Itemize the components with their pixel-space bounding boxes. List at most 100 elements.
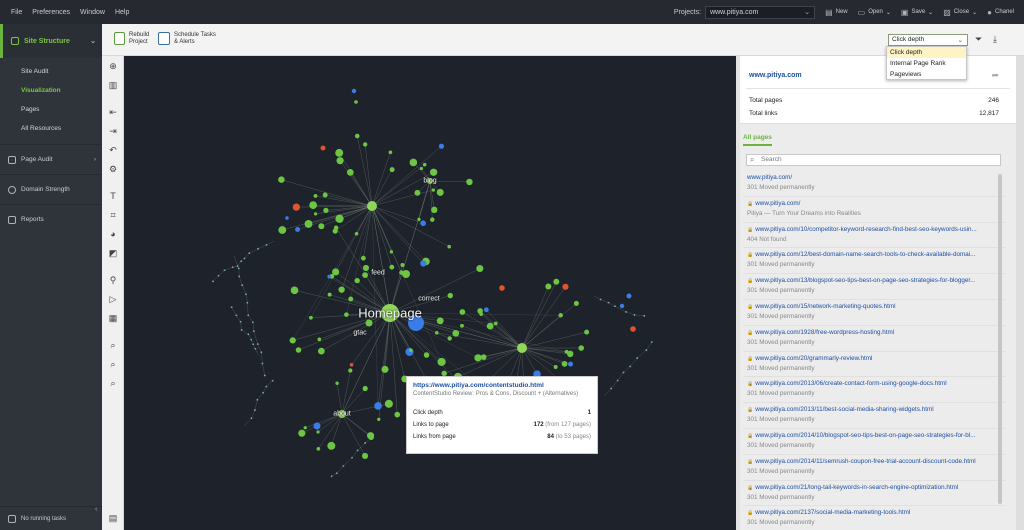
graph-node[interactable] [247, 333, 250, 336]
graph-node[interactable] [238, 275, 241, 278]
graph-node[interactable] [437, 357, 446, 367]
graph-node[interactable] [252, 330, 255, 333]
graph-node[interactable] [240, 260, 243, 263]
graph-node[interactable] [422, 162, 427, 167]
graph-node[interactable] [362, 142, 368, 147]
graph-node[interactable] [558, 313, 563, 318]
hub-node-blog-cluster[interactable] [367, 201, 377, 211]
graph-node[interactable] [466, 178, 473, 186]
add-node-icon[interactable]: ⊕ [107, 60, 119, 72]
graph-node[interactable] [374, 402, 382, 410]
download-icon[interactable]: ⤓ [993, 34, 997, 45]
list-item[interactable]: 🔒 www.pitiya.com/10/competitor-keyword-re… [743, 223, 1005, 249]
graph-node[interactable] [460, 323, 464, 328]
graph-node[interactable] [327, 292, 332, 297]
graph-node[interactable] [316, 430, 320, 434]
graph-node[interactable] [417, 217, 421, 222]
graph-node[interactable] [625, 311, 627, 313]
graph-node[interactable] [336, 157, 344, 165]
list-item[interactable]: 🔒 www.pitiya.com/2013/11/best-social-medi… [743, 403, 1005, 429]
menu-help[interactable]: Help [110, 9, 134, 16]
graph-node[interactable] [309, 201, 318, 210]
crop-icon[interactable]: ⌗ [107, 209, 119, 221]
graph-node[interactable] [230, 306, 233, 309]
site-graph[interactable] [124, 56, 736, 530]
metric-option-click-depth[interactable]: Click depth [887, 47, 966, 58]
page-url[interactable]: 🔒 www.pitiya.com/10/competitor-keyword-re… [747, 226, 1002, 233]
calculator-icon[interactable]: ▦ [107, 312, 119, 324]
graph-node[interactable] [362, 272, 368, 278]
open-button[interactable]: ▭ Open ⌄ [858, 8, 891, 17]
graph-node[interactable] [261, 362, 264, 365]
undo-icon[interactable]: ↶ [107, 144, 119, 156]
graph-node[interactable] [616, 379, 619, 382]
list-item[interactable]: 🔒 www.pitiya.com/21/long-tail-keywords-in… [743, 481, 1005, 507]
graph-node[interactable] [250, 417, 253, 420]
graph-node[interactable] [354, 277, 360, 284]
graph-node[interactable] [285, 216, 289, 220]
filter-icon[interactable]: ⏷ [975, 34, 982, 45]
graph-node[interactable] [553, 364, 558, 369]
graph-node[interactable] [217, 274, 220, 277]
close-button[interactable]: ▨ Close ⌄ [943, 8, 977, 17]
sidebar-item-reports[interactable]: Reports [0, 204, 102, 234]
graph-node[interactable] [630, 326, 636, 332]
metric-option-pageviews[interactable]: Pageviews [887, 69, 966, 80]
graph-node[interactable] [271, 379, 274, 382]
graph-node[interactable] [377, 417, 381, 421]
rebuild-project-button[interactable]: Rebuild Project [114, 32, 149, 46]
graph-node[interactable] [459, 309, 466, 315]
graph-node[interactable] [394, 411, 401, 418]
graph-node[interactable] [388, 150, 393, 155]
graph-node[interactable] [447, 244, 452, 249]
page-url[interactable]: 🔒 www.pitiya.com/2014/11/semrush-coupon-f… [747, 458, 1002, 465]
hub-node-content-cluster[interactable] [517, 343, 527, 353]
graph-node[interactable] [545, 283, 552, 290]
graph-node[interactable] [354, 133, 360, 139]
new-button[interactable]: ▤ New [825, 8, 848, 17]
graph-node[interactable] [474, 354, 482, 362]
graph-node[interactable] [431, 188, 436, 192]
graph-node[interactable] [256, 343, 259, 345]
graph-node[interactable] [256, 398, 259, 401]
metric-option-internal-page-rank[interactable]: Internal Page Rank [887, 58, 966, 69]
page-url[interactable]: 🔒 www.pitiya.com/1928/free-wordpress-host… [747, 329, 1002, 336]
graph-node[interactable] [409, 348, 413, 352]
page-url[interactable]: www.pitiya.com/ [747, 174, 1002, 181]
graph-node[interactable] [237, 267, 240, 270]
graph-node[interactable] [335, 381, 339, 385]
palette-icon[interactable]: ◕ [107, 228, 119, 240]
graph-node[interactable] [252, 343, 255, 346]
graph-node[interactable] [367, 432, 375, 440]
sidebar-item-site-audit[interactable]: Site Audit [0, 62, 102, 81]
graph-node[interactable] [610, 387, 613, 390]
expand-right-icon[interactable]: ⇥ [107, 125, 119, 137]
sidebar-item-page-audit[interactable]: Page Audit › [0, 144, 102, 174]
graph-node[interactable] [313, 193, 318, 198]
graph-node[interactable] [342, 465, 345, 467]
graph-node[interactable] [265, 385, 268, 388]
page-url[interactable]: 🔒 www.pitiya.com/15/network-marketing-quo… [747, 303, 1002, 310]
graph-node[interactable] [292, 203, 300, 211]
graph-node[interactable] [330, 475, 333, 478]
graph-node[interactable] [235, 314, 238, 317]
graph-node[interactable] [568, 361, 574, 367]
graph-node[interactable] [364, 442, 367, 444]
page-url[interactable]: 🔒 www.pitiya.com/2014/10/blogspot-seo-tip… [747, 432, 1002, 439]
graph-node[interactable] [236, 265, 239, 268]
graph-node[interactable] [389, 264, 395, 270]
graph-node[interactable] [360, 255, 366, 261]
graph-node[interactable] [348, 368, 353, 373]
sidebar-item-domain-strength[interactable]: Domain Strength [0, 174, 102, 204]
graph-node[interactable] [389, 250, 394, 254]
graph-node[interactable] [223, 269, 226, 272]
graph-node[interactable] [354, 232, 359, 236]
graph-node[interactable] [356, 449, 359, 452]
graph-node[interactable] [246, 301, 249, 304]
graph-node[interactable] [349, 362, 354, 367]
graph-node[interactable] [436, 317, 444, 325]
graph-node[interactable] [420, 220, 426, 227]
graph-node[interactable] [636, 357, 639, 359]
graph-node[interactable] [452, 329, 460, 337]
graph-node[interactable] [351, 88, 357, 94]
